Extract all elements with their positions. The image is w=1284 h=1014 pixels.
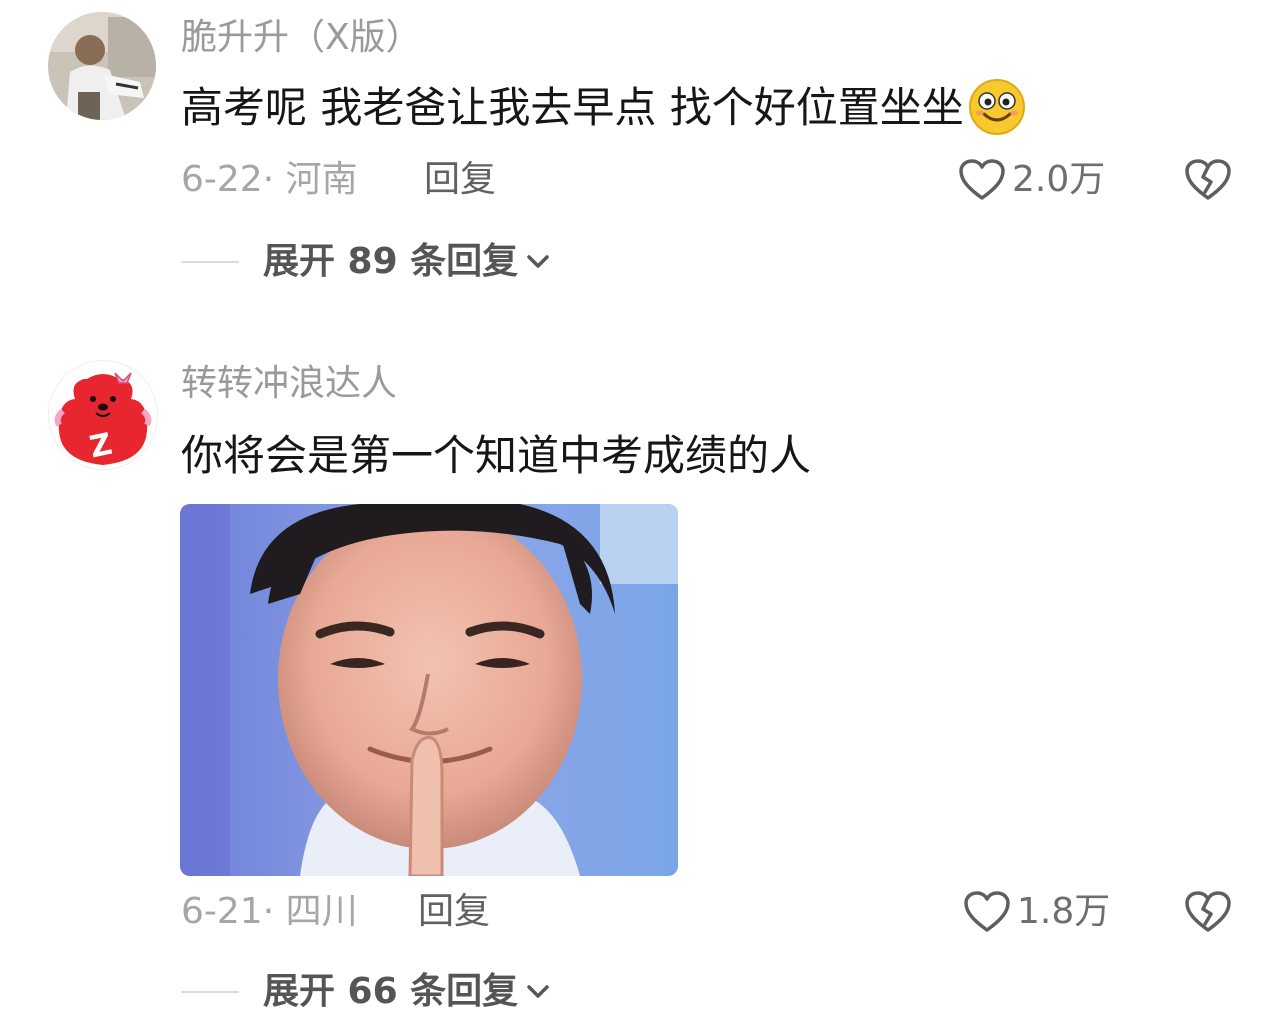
dislike-button[interactable] <box>1184 890 1232 938</box>
avatar[interactable] <box>48 12 156 120</box>
username[interactable]: 脆升升（X版） <box>181 16 422 60</box>
dislike-button[interactable] <box>1184 158 1232 206</box>
like-button[interactable]: 2.0万 <box>958 158 1105 202</box>
smile-emoji-icon <box>968 78 1025 135</box>
expand-replies-label: 展开 66 条回复 <box>263 971 519 1012</box>
heart-outline-icon <box>964 891 1010 932</box>
like-button[interactable]: 1.8万 <box>963 890 1110 934</box>
comment-image[interactable] <box>180 504 678 876</box>
reply-button[interactable]: 回复 <box>424 158 496 202</box>
broken-heart-icon <box>1185 159 1231 200</box>
reply-button[interactable]: 回复 <box>418 890 490 934</box>
divider <box>181 991 239 993</box>
divider <box>181 261 239 263</box>
like-count: 1.8万 <box>1017 891 1111 932</box>
username[interactable]: 转转冲浪达人 <box>181 362 397 406</box>
expand-replies-button[interactable]: 展开 66 条回复 <box>181 970 550 1014</box>
comment-date-location: 6-21· 四川 <box>181 891 358 932</box>
comment-text: 你将会是第一个知道中考成绩的人 <box>181 431 812 480</box>
like-count: 2.0万 <box>1012 159 1106 200</box>
comment-text-content: 高考呢 我老爸让我去早点 找个好位置坐坐 <box>181 83 964 132</box>
comment-date-location: 6-22· 河南 <box>181 159 358 200</box>
broken-heart-icon <box>1185 891 1231 932</box>
chevron-down-icon <box>527 985 549 998</box>
heart-outline-icon <box>959 159 1005 200</box>
avatar[interactable]: Z <box>48 360 158 470</box>
smirking-man-meme-image <box>180 504 678 876</box>
expand-replies-label: 展开 89 条回复 <box>263 241 519 282</box>
chevron-down-icon <box>527 255 549 268</box>
expand-replies-button[interactable]: 展开 89 条回复 <box>181 240 550 284</box>
comment-text: 高考呢 我老爸让我去早点 找个好位置坐坐 <box>181 78 1026 136</box>
